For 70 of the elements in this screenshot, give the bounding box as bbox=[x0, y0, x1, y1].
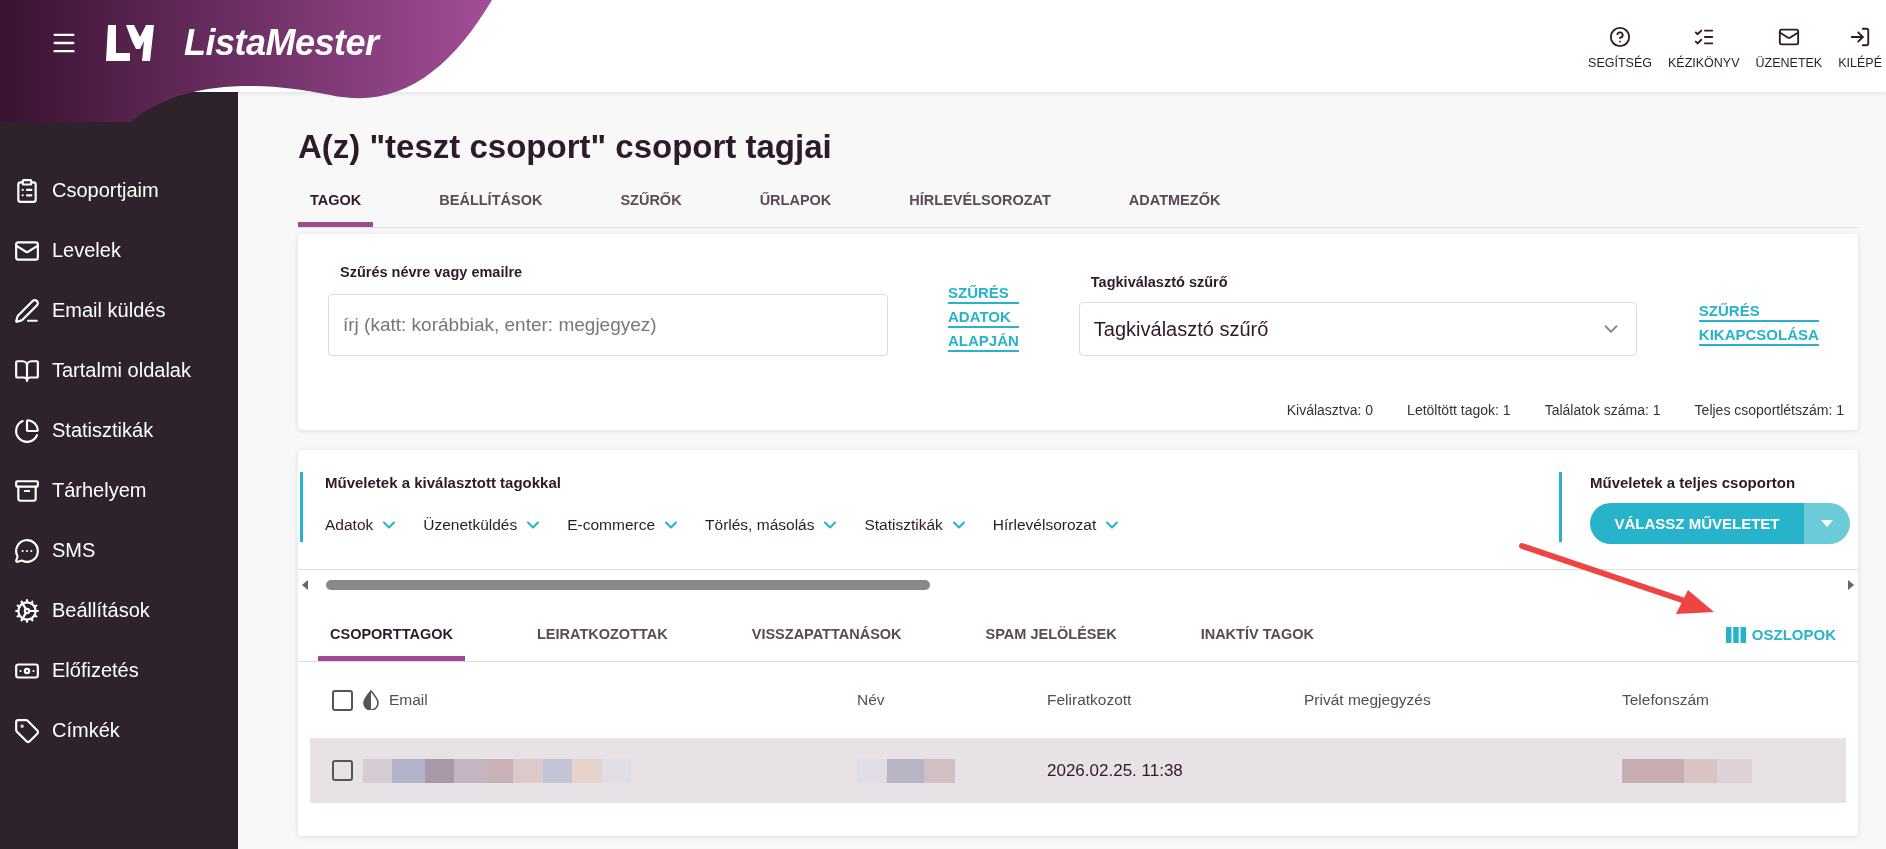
chat-bubble-icon bbox=[14, 537, 40, 564]
scroll-left-icon[interactable] bbox=[302, 580, 308, 590]
dropdown-menu[interactable]: Statisztikák bbox=[864, 515, 969, 535]
sidebar-item[interactable]: SMS bbox=[0, 536, 238, 565]
header-action-link[interactable]: KÉZIKÖNYV bbox=[1668, 26, 1740, 70]
table-row[interactable]: 2026.02.25. 11:38 bbox=[310, 738, 1846, 803]
scroll-right-icon[interactable] bbox=[1848, 580, 1854, 590]
tab[interactable]: SZŰRŐK bbox=[608, 182, 694, 227]
column-header[interactable]: Privát megjegyzés bbox=[1304, 691, 1431, 709]
sidebar-item[interactable]: Csoportjaim bbox=[0, 176, 238, 205]
dropdown-menu[interactable]: E-commerce bbox=[567, 515, 682, 535]
columns-icon bbox=[1725, 626, 1746, 643]
stat-text: Teljes csoportlétszám: 1 bbox=[1694, 402, 1844, 418]
stat-text: Kiválasztva: 0 bbox=[1286, 402, 1374, 418]
book-icon bbox=[14, 357, 40, 384]
tag-icon bbox=[14, 717, 40, 744]
subtab[interactable]: SPAM JELÖLÉSEK bbox=[973, 616, 1129, 661]
stat-text: Találatok száma: 1 bbox=[1544, 402, 1661, 418]
sidebar-item[interactable]: Statisztikák bbox=[0, 416, 238, 445]
field-label: Szűrés névre vagy emailre bbox=[339, 264, 524, 280]
column-header[interactable]: Telefonszám bbox=[1622, 691, 1709, 709]
sidebar-item[interactable]: Beállítások bbox=[0, 596, 238, 625]
column-header[interactable]: Név bbox=[857, 691, 885, 709]
sidebar-item[interactable]: Levelek bbox=[0, 236, 238, 265]
dropdown-menu[interactable]: Törlés, másolás bbox=[705, 515, 841, 535]
clipboard-icon bbox=[14, 177, 40, 204]
pen-icon bbox=[14, 297, 40, 324]
subtab[interactable]: INAKTÍV TAGOK bbox=[1188, 616, 1326, 661]
section-title: Műveletek a teljes csoporton bbox=[1590, 474, 1797, 491]
sidebar-item[interactable]: Tartalmi oldalak bbox=[0, 356, 238, 385]
contrast-drop-icon bbox=[363, 690, 379, 710]
subtab[interactable]: VISSZAPATTANÁSOK bbox=[739, 616, 914, 661]
header-action-link[interactable]: ÜZENETEK bbox=[1755, 26, 1823, 70]
archive-icon bbox=[14, 477, 40, 504]
filter-select[interactable]: Tagkiválasztó szűrő bbox=[1078, 302, 1637, 356]
column-header[interactable]: Email bbox=[389, 691, 428, 709]
tab[interactable]: BEÁLLÍTÁSOK bbox=[427, 182, 555, 227]
caret-icon bbox=[1821, 520, 1833, 527]
sidebar-item[interactable]: Címkék bbox=[0, 716, 238, 745]
dropdown-toggle[interactable] bbox=[1804, 503, 1850, 544]
brand-name: ListaMester bbox=[184, 22, 379, 64]
tab[interactable]: ADATMEZŐK bbox=[1116, 182, 1233, 227]
tab[interactable]: ŰRLAPOK bbox=[747, 182, 844, 227]
pie-chart-icon bbox=[14, 417, 40, 444]
subtab[interactable]: LEIRATKOZOTTAK bbox=[525, 616, 680, 661]
envelope-icon bbox=[1777, 26, 1800, 48]
table-cell: 2026.02.25. 11:38 bbox=[1047, 760, 1183, 781]
select-all-checkbox[interactable] bbox=[332, 689, 353, 711]
sidebar-item[interactable]: Előfizetés bbox=[0, 656, 238, 685]
header-action-link[interactable]: SEGÍTSÉG bbox=[1588, 26, 1652, 70]
sidebar-item[interactable]: Email küldés bbox=[0, 296, 238, 325]
sidebar-item[interactable]: Tárhelyem bbox=[0, 476, 238, 505]
row-checkbox[interactable] bbox=[332, 760, 353, 781]
subtab[interactable]: CSOPORTTAGOK bbox=[318, 616, 465, 661]
page-title: A(z) "teszt csoport" csoport tagjai bbox=[298, 128, 833, 166]
search-field[interactable]: írj (katt: korábbiak, enter: megjegyez) bbox=[328, 294, 888, 356]
settings-icon bbox=[14, 597, 40, 624]
stat-text: Letöltött tagok: 1 bbox=[1407, 402, 1511, 418]
dropdown-menu[interactable]: Adatok bbox=[325, 515, 400, 535]
scrollbar-thumb[interactable] bbox=[326, 580, 930, 590]
logout-icon bbox=[1849, 26, 1872, 48]
dropdown-menu[interactable]: Üzenetküldés bbox=[423, 515, 544, 535]
header-action-link[interactable]: KILÉPÉ bbox=[1838, 26, 1882, 70]
field-label: Tagkiválasztó szűrő bbox=[1089, 274, 1229, 290]
tab[interactable]: HÍRLEVÉLSOROZAT bbox=[897, 182, 1063, 227]
help-icon bbox=[1609, 26, 1632, 48]
dropdown-menu[interactable]: Hírlevélsorozat bbox=[992, 515, 1123, 535]
section-title: Műveletek a kiválasztott tagokkal bbox=[325, 474, 562, 491]
column-header[interactable]: Feliratkozott bbox=[1047, 691, 1132, 709]
tab[interactable]: TAGOK bbox=[298, 182, 374, 227]
